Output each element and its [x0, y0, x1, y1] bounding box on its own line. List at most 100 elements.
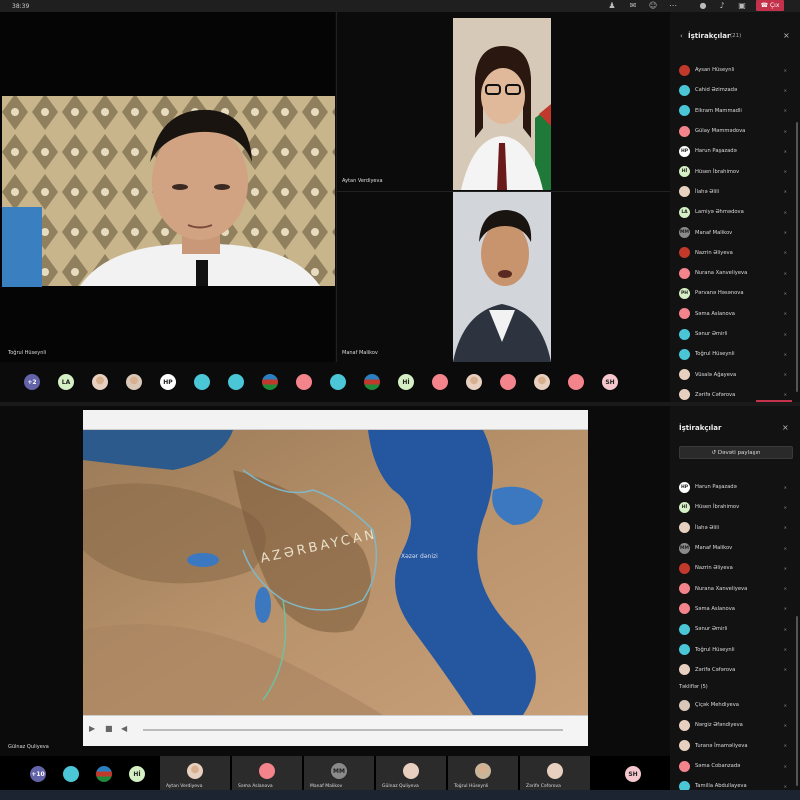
avatar[interactable] [534, 374, 550, 390]
avatar[interactable] [679, 644, 690, 656]
participant-row[interactable]: PH Pərvanə Həsənova ✕ [679, 283, 787, 303]
avatar[interactable] [330, 374, 346, 390]
avatar[interactable] [475, 763, 491, 779]
suggestions-header[interactable]: Təkliflər (5) [679, 684, 708, 690]
avatar[interactable] [679, 328, 690, 340]
participant-row[interactable]: Vüsalə Ağayeva ✕ [679, 364, 787, 384]
share-screen-icon[interactable]: ▣ [737, 1, 747, 11]
avatar[interactable] [679, 583, 690, 595]
avatar[interactable]: Hİ [398, 374, 414, 390]
participant-row[interactable]: Hİ Hüsen İbrahimov ✕ [679, 161, 787, 181]
avatar[interactable] [679, 719, 690, 731]
avatar[interactable] [262, 374, 278, 390]
avatar[interactable] [679, 740, 690, 752]
participants-icon[interactable]: ♟ [607, 1, 617, 11]
avatar[interactable] [547, 763, 563, 779]
avatar[interactable]: Hİ [679, 166, 690, 178]
participant-tile[interactable]: MM Manaf Malikov [304, 756, 374, 790]
avatar[interactable] [187, 763, 203, 779]
avatar[interactable]: LA [679, 206, 690, 218]
avatar[interactable]: HP [679, 481, 690, 493]
avatar[interactable] [96, 766, 112, 782]
participant-row[interactable]: MM Manaf Malikov ✕ [679, 538, 787, 558]
avatar[interactable] [679, 267, 690, 279]
avatar[interactable] [679, 389, 690, 401]
shared-screen[interactable]: AZƏRBAYCAN Xəzər dənizi ▶ ■ ◀ [83, 410, 588, 746]
avatar[interactable]: HP [679, 145, 690, 157]
participant-row[interactable]: Zərifə Cəfərova ✕ [679, 660, 787, 680]
close-icon[interactable]: × [783, 31, 790, 40]
participant-row[interactable]: Nazrin Əliyeva ✕ [679, 558, 787, 578]
avatar[interactable]: PH [679, 287, 690, 299]
rewind-icon[interactable]: ◀ [121, 724, 127, 733]
avatar[interactable] [679, 125, 690, 137]
participant-tile[interactable]: Toğrul Hüseynli [448, 756, 518, 790]
participant-row[interactable]: Səma Cobanzadə ✕ [679, 756, 787, 776]
participant-row[interactable]: Nurana Xanveliyeva ✕ [679, 578, 787, 598]
avatar[interactable] [679, 247, 690, 259]
video-player-controls[interactable]: ▶ ■ ◀ [83, 715, 588, 746]
avatar[interactable]: MM [679, 542, 690, 554]
avatar[interactable] [679, 369, 690, 381]
avatar[interactable]: +10 [30, 766, 46, 782]
avatar[interactable] [679, 603, 690, 615]
avatar[interactable] [679, 64, 690, 76]
avatar[interactable]: LA [58, 374, 74, 390]
avatar[interactable]: +2 [24, 374, 40, 390]
camera-icon[interactable]: ● [698, 1, 708, 11]
mic-icon[interactable]: ♪ [717, 1, 727, 11]
more-options-icon[interactable]: ⋯ [668, 1, 678, 11]
close-icon[interactable]: × [782, 423, 789, 432]
participant-row[interactable]: Cahid Əzimzadə ✕ [679, 80, 787, 100]
participant-row[interactable]: Toğrul Hüseynli ✕ [679, 344, 787, 364]
play-icon[interactable]: ▶ [89, 724, 95, 733]
avatar[interactable] [679, 699, 690, 711]
scrollbar[interactable] [796, 122, 798, 392]
avatar[interactable]: SH [625, 766, 641, 782]
avatar[interactable]: SH [602, 374, 618, 390]
avatar[interactable] [259, 763, 275, 779]
participant-tile[interactable]: Zərifə Cəfərova [520, 756, 590, 790]
avatar[interactable] [194, 374, 210, 390]
avatar[interactable] [403, 763, 419, 779]
participant-tile[interactable]: Aytan Verdiyeva [160, 756, 230, 790]
participant-row[interactable]: MM Manaf Malikov ✕ [679, 222, 787, 242]
participant-row[interactable]: Səma Aslanova ✕ [679, 304, 787, 324]
avatar[interactable] [679, 664, 690, 676]
avatar[interactable]: MM [679, 227, 690, 239]
avatar[interactable] [679, 623, 690, 635]
avatar[interactable]: HP [160, 374, 176, 390]
participant-row[interactable]: Nurana Xanveliyeva ✕ [679, 263, 787, 283]
avatar[interactable] [568, 374, 584, 390]
avatar[interactable] [679, 105, 690, 117]
avatar[interactable] [466, 374, 482, 390]
avatar[interactable] [679, 760, 690, 772]
participant-row[interactable]: Sənur Əmirli ✕ [679, 619, 787, 639]
chat-icon[interactable]: ✉ [628, 1, 638, 11]
avatar[interactable] [679, 186, 690, 198]
avatar[interactable] [500, 374, 516, 390]
avatar[interactable] [126, 374, 142, 390]
avatar[interactable] [679, 562, 690, 574]
participant-row[interactable]: Nazrin Əliyeva ✕ [679, 243, 787, 263]
participant-row[interactable]: Turanə İmaməliyeva ✕ [679, 736, 787, 756]
leave-button[interactable]: ☎ Çıx [756, 0, 784, 11]
participant-row[interactable]: Səma Aslanova ✕ [679, 599, 787, 619]
avatar[interactable] [92, 374, 108, 390]
participant-row[interactable]: Aysan Hüseynli ✕ [679, 60, 787, 80]
avatar[interactable]: Hİ [679, 501, 690, 513]
share-invite-button[interactable]: ↺ Dəvəti paylaşın [679, 446, 793, 459]
avatar[interactable] [432, 374, 448, 390]
participant-row[interactable]: Toğrul Hüseynli ✕ [679, 639, 787, 659]
seek-bar[interactable] [143, 729, 563, 731]
avatar[interactable] [63, 766, 79, 782]
avatar[interactable] [679, 84, 690, 96]
participant-row[interactable]: İlahə Əlili ✕ [679, 518, 787, 538]
avatar[interactable] [228, 374, 244, 390]
avatar[interactable] [296, 374, 312, 390]
video-tile-manaf[interactable] [453, 192, 551, 362]
video-tile-main[interactable]: Toğrul Hüseynli [0, 12, 335, 362]
participant-row[interactable]: Elkram Mammadli ✕ [679, 101, 787, 121]
stop-icon[interactable]: ■ [105, 724, 113, 733]
participant-row[interactable]: Çiçək Mehdiyeva ✕ [679, 695, 787, 715]
